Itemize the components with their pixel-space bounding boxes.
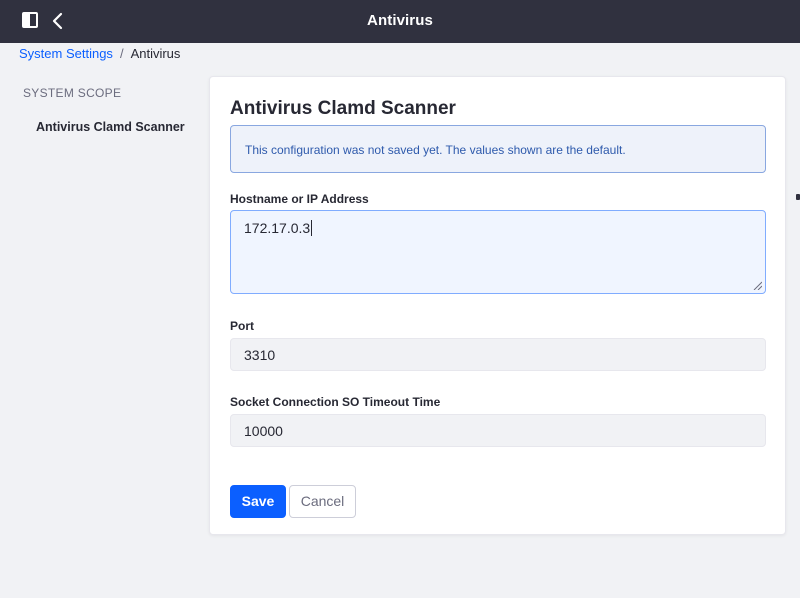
hostname-value: 172.17.0.3 bbox=[244, 220, 311, 236]
resize-handle-icon[interactable] bbox=[752, 280, 762, 290]
form-title: Antivirus Clamd Scanner bbox=[230, 98, 456, 119]
breadcrumb-link-system-settings[interactable]: System Settings bbox=[19, 46, 113, 61]
save-button[interactable]: Save bbox=[230, 485, 286, 518]
config-form-card: Antivirus Clamd Scanner This configurati… bbox=[209, 76, 786, 535]
port-input[interactable]: 3310 bbox=[230, 338, 766, 371]
hostname-textarea[interactable]: 172.17.0.3 bbox=[230, 210, 766, 294]
info-alert: This configuration was not saved yet. Th… bbox=[230, 125, 766, 173]
cancel-button[interactable]: Cancel bbox=[289, 485, 356, 518]
top-header-bar: Antivirus bbox=[0, 0, 800, 43]
sidebar-item-antivirus-clamd-scanner[interactable]: Antivirus Clamd Scanner bbox=[36, 120, 185, 134]
timeout-input[interactable]: 10000 bbox=[230, 414, 766, 447]
page-title: Antivirus bbox=[367, 12, 433, 29]
breadcrumb-separator: / bbox=[119, 46, 124, 61]
breadcrumb: System Settings / Antivirus bbox=[19, 46, 180, 62]
port-label: Port bbox=[230, 319, 254, 333]
timeout-label: Socket Connection SO Timeout Time bbox=[230, 395, 441, 409]
scope-heading: SYSTEM SCOPE bbox=[23, 86, 122, 100]
text-caret bbox=[311, 220, 313, 236]
hostname-label: Hostname or IP Address bbox=[230, 192, 369, 206]
scrollbar-edge bbox=[796, 194, 800, 200]
breadcrumb-current: Antivirus bbox=[130, 46, 181, 61]
